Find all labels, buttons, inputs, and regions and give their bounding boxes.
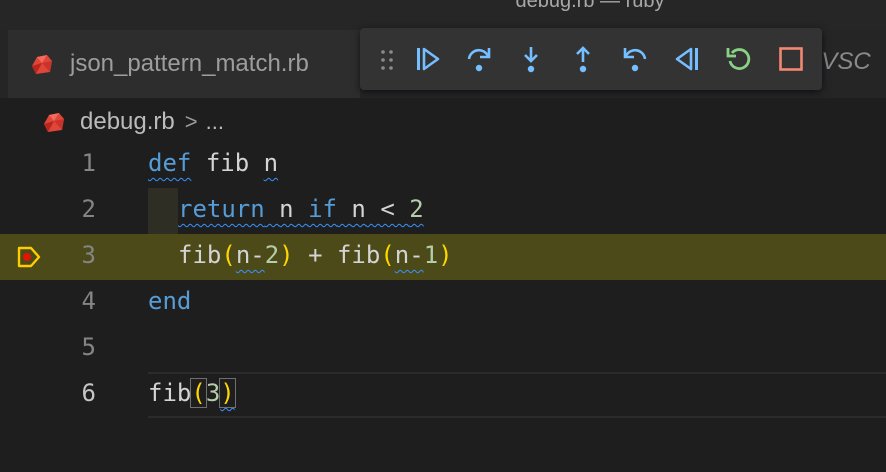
paren: ) [438,241,453,269]
title-bar: debug.rb — ruby [0,0,886,30]
code-line[interactable]: 4 end [0,280,886,326]
line-number: 4 [81,287,96,315]
breadcrumb-file[interactable]: debug.rb [80,108,175,136]
line-number: 5 [81,333,96,361]
identifier: n- [235,241,265,269]
continue-icon[interactable] [413,44,443,74]
operator: + [293,241,337,269]
code-line[interactable]: 1 def fib n [0,142,886,188]
code-editor[interactable]: 1 def fib n 2 return n if n < 2 3 fib(n-… [0,140,886,472]
keyword: end [148,287,192,315]
number-literal: 2 [264,241,280,269]
identifier: fib [148,379,192,407]
breadcrumb-separator: > [184,109,198,134]
debug-toolbar [360,28,822,90]
identifier: n- [394,241,424,269]
operator: < [365,195,410,223]
breakpoint-current-icon[interactable] [16,244,42,270]
identifier: n [263,149,279,177]
stop-icon[interactable] [776,44,806,74]
line-number: 2 [81,195,96,223]
step-into-icon[interactable] [516,44,546,74]
number-literal: 2 [409,195,424,223]
code-line[interactable]: 6 fib(3) [0,372,886,418]
restart-icon[interactable] [724,44,754,74]
tab-label: json_pattern_match.rb [70,50,309,77]
ruby-icon [44,113,64,132]
breadcrumb: debug.rb > ... [0,98,886,146]
reverse-continue-icon[interactable] [672,44,702,74]
current-debug-line[interactable]: 3 fib(n-2) + fib(n-1) [0,234,886,280]
identifier: n [279,195,294,223]
code-line[interactable]: 2 return n if n < 2 [0,188,886,234]
number-literal: 1 [423,241,439,269]
paren: ( [221,241,236,269]
identifier: n [351,195,366,223]
line-code: fib(n-2) + fib(n-1) [178,241,453,269]
line-code: end [148,287,191,315]
keyword: def [148,149,192,177]
identifier: fib [178,241,222,269]
drag-handle-icon[interactable] [379,49,395,71]
keyword: if [308,195,337,223]
line-number: 1 [81,149,96,177]
code-line[interactable]: 5 [0,326,886,372]
line-code: def fib n [148,149,278,177]
paren: ( [190,378,207,408]
paren: ( [380,241,395,269]
identifier: fib [336,241,381,269]
line-number: 6 [81,379,96,407]
window-title: debug.rb — ruby [515,0,665,12]
ruby-icon [32,55,52,74]
step-back-icon[interactable] [620,44,650,74]
step-out-icon[interactable] [568,44,598,74]
breadcrumb-symbols[interactable]: ... [206,109,224,135]
number-literal: 3 [205,379,221,407]
paren: ) [219,378,236,408]
paren: ) [279,241,294,269]
tab-json-pattern-match[interactable]: json_pattern_match.rb [8,30,360,98]
step-over-icon[interactable] [464,44,494,74]
line-number: 3 [81,241,96,269]
line-code: fib(3) [148,378,236,408]
keyword: return [178,195,265,223]
line-code: return n if n < 2 [178,195,424,223]
identifier: fib [205,149,250,177]
